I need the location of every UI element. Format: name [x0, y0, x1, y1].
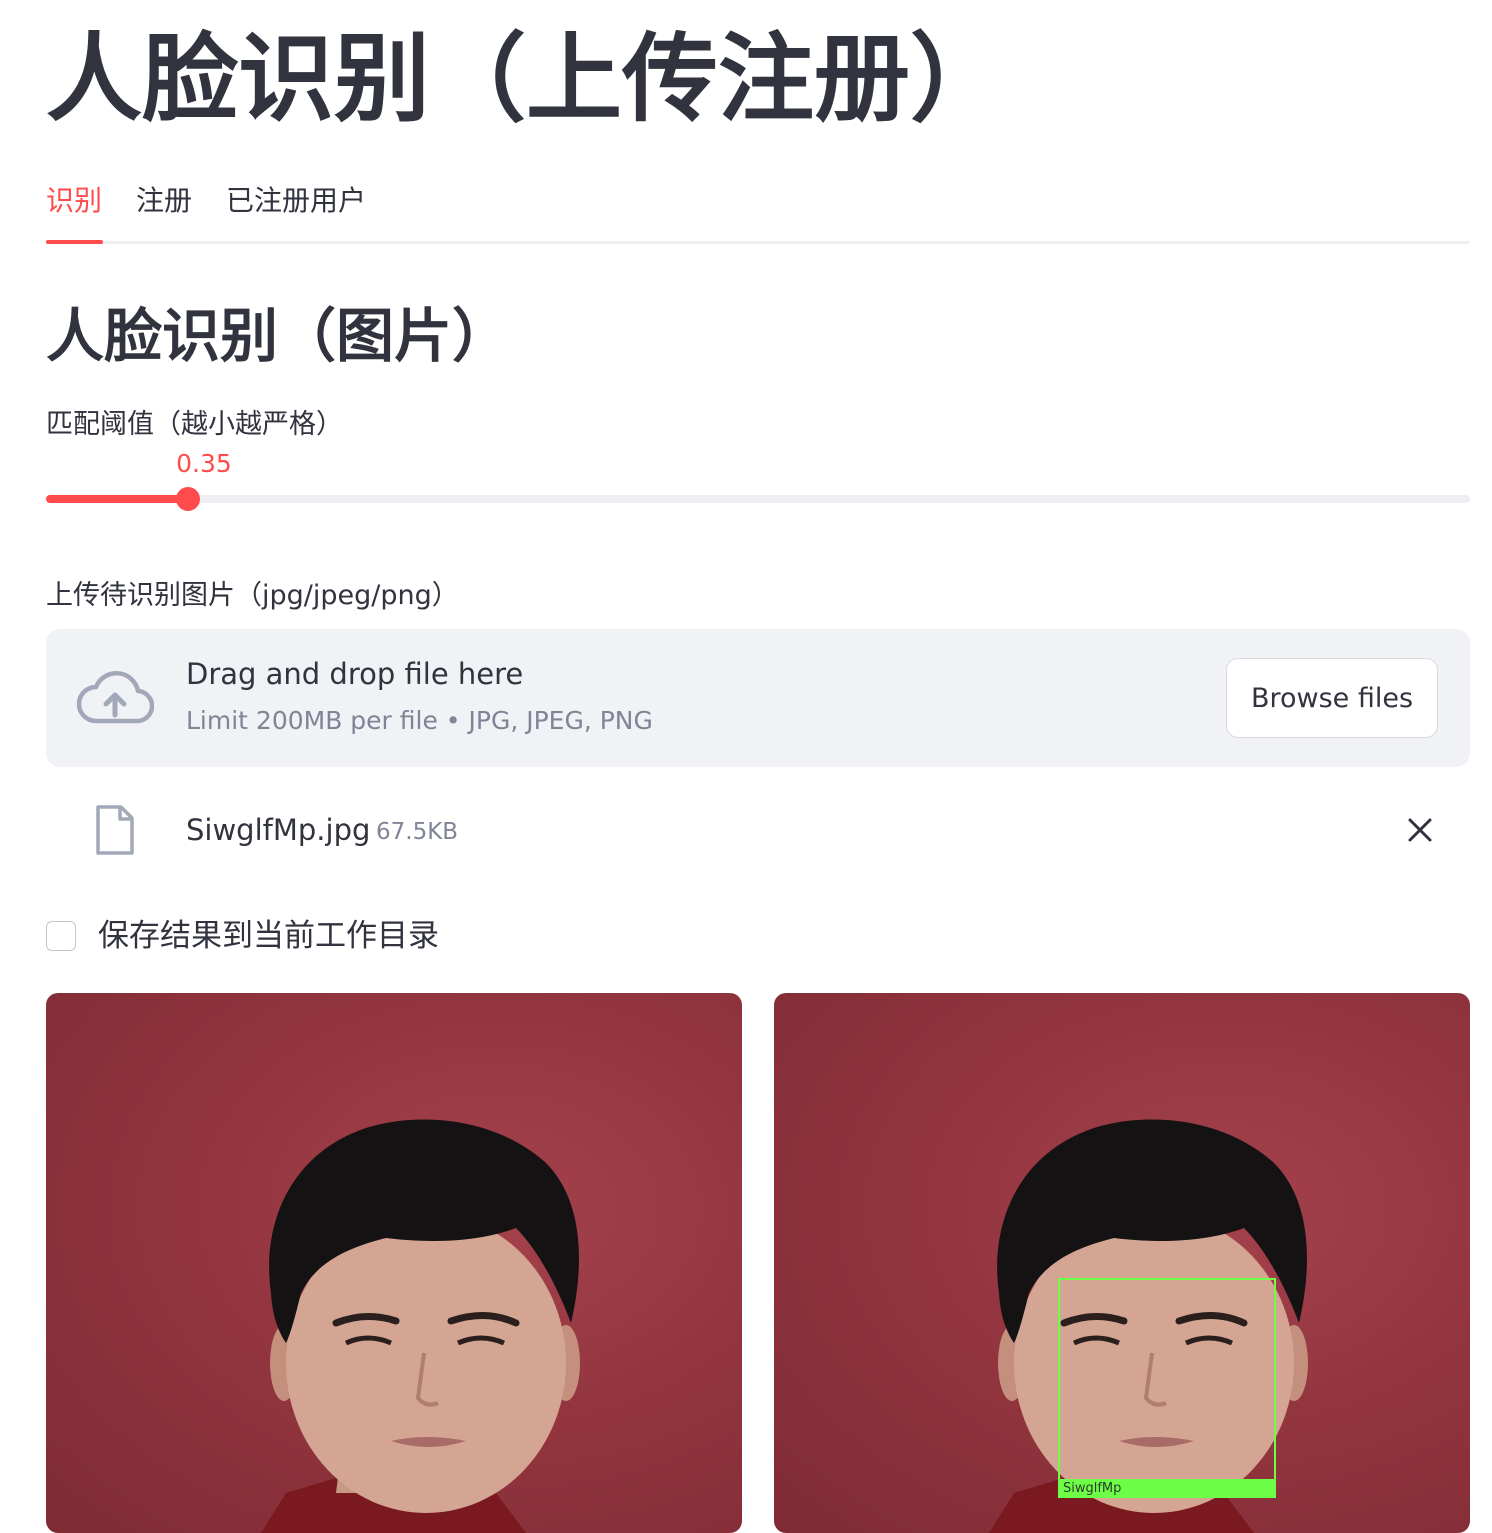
section-title: 人脸识别（图片） [46, 302, 511, 370]
dropzone-hint: Limit 200MB per file • JPG, JPEG, PNG [186, 706, 653, 735]
file-dropzone[interactable]: Drag and drop file here Limit 200MB per … [46, 629, 1470, 767]
checkbox-box[interactable] [46, 921, 76, 951]
threshold-slider[interactable] [46, 487, 1470, 511]
slider-thumb[interactable] [176, 487, 201, 511]
uploaded-file-size: 67.5KB [376, 819, 459, 845]
face-detection-box [1058, 1278, 1276, 1496]
tab-register[interactable]: 注册 [136, 176, 192, 226]
face-detection-label: SiwglfMp [1058, 1479, 1276, 1498]
cloud-upload-icon [76, 671, 154, 724]
page-title: 人脸识别（上传注册） [46, 23, 1006, 135]
face-photo [261, 1119, 580, 1533]
slider-fill [46, 495, 189, 503]
tab-divider [46, 241, 1470, 244]
close-icon[interactable] [1398, 808, 1442, 852]
threshold-slider-value: 0.35 [176, 449, 232, 478]
file-icon [96, 805, 134, 855]
save-results-label: 保存结果到当前工作目录 [98, 918, 439, 954]
uploader-label: 上传待识别图片（jpg/jpeg/png） [46, 580, 459, 611]
browse-files-button[interactable]: Browse files [1226, 658, 1438, 738]
original-image [46, 993, 742, 1533]
dropzone-title: Drag and drop file here [186, 657, 524, 691]
tab-registered-users[interactable]: 已注册用户 [226, 176, 366, 226]
uploaded-file-name: SiwglfMp.jpg [186, 813, 371, 847]
active-tab-indicator [46, 240, 103, 244]
uploaded-file-row: SiwglfMp.jpg 67.5KB [46, 790, 1470, 870]
main-container: 人脸识别（上传注册） 识别 注册 已注册用户 人脸识别（图片） 匹配阈值（越小越… [46, 0, 1470, 1533]
threshold-slider-label: 匹配阈值（越小越严格） [46, 409, 343, 440]
tab-bar: 识别 注册 已注册用户 [46, 176, 1470, 244]
result-image: SiwglfMp [774, 993, 1470, 1533]
tab-recognize[interactable]: 识别 [46, 176, 102, 226]
